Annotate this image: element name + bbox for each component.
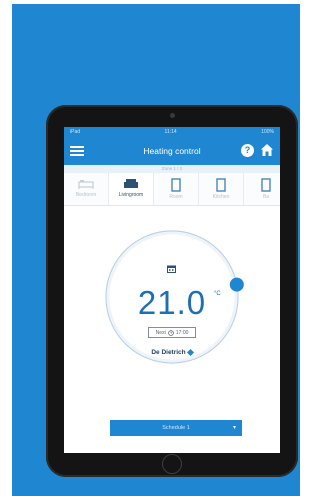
app-header: Heating control ? — [64, 137, 280, 165]
status-time: 11:14 — [164, 129, 177, 135]
home-icon[interactable] — [260, 143, 274, 157]
schedule-label: Schedule 1 — [162, 425, 190, 431]
temperature-unit: °C — [214, 291, 221, 297]
door-icon — [216, 178, 226, 192]
status-battery: 100% — [261, 129, 274, 135]
room-label: Room — [169, 194, 183, 200]
room-label: Livingroom — [118, 192, 144, 198]
bed-icon — [78, 180, 94, 189]
sofa-icon — [124, 179, 138, 188]
chevron-down-icon: ▾ — [232, 425, 236, 431]
clock-icon — [168, 329, 174, 336]
device-home-button[interactable] — [162, 454, 182, 474]
zone-subbar: Zone 1 / 2 — [64, 165, 280, 173]
brand-diamond-icon — [186, 348, 194, 356]
brand-name: De Dietrich — [151, 349, 186, 356]
room-tab-room[interactable]: Room — [154, 173, 199, 205]
help-icon[interactable]: ? — [241, 144, 254, 157]
promo-background: iPad 11:14 100% Heating control ? Zone 1… — [12, 4, 300, 496]
room-label: Kitchen — [212, 194, 230, 200]
current-temperature: 21.0 — [137, 284, 207, 321]
room-tab-partial[interactable]: Ba — [244, 173, 280, 205]
room-tab-livingroom[interactable]: Livingroom — [109, 173, 154, 205]
status-left: iPad — [70, 129, 81, 135]
room-tab-kitchen[interactable]: Kitchen — [199, 173, 244, 205]
calendar-icon — [167, 265, 176, 273]
next-label: Next — [155, 329, 166, 336]
status-bar: iPad 11:14 100% — [64, 127, 280, 137]
thermostat-dial: 21.0 °C Next 17:00 De Dietrich — [64, 205, 280, 375]
room-tabs: Bedroom Livingroom Room Kitchen Ba — [64, 173, 280, 206]
next-time: 17:00 — [175, 329, 189, 336]
room-label: Bedroom — [75, 192, 97, 198]
camera-dot — [170, 113, 175, 118]
app-screen: iPad 11:14 100% Heating control ? Zone 1… — [64, 127, 280, 453]
door-icon — [171, 178, 181, 192]
schedule-dropdown[interactable]: Schedule 1 ▾ — [110, 420, 242, 436]
next-switch-badge[interactable]: Next 17:00 — [148, 327, 196, 338]
room-label: Ba — [262, 194, 270, 200]
door-icon — [261, 178, 271, 192]
room-tab-bedroom[interactable]: Bedroom — [64, 173, 109, 205]
tablet-device: iPad 11:14 100% Heating control ? Zone 1… — [46, 105, 298, 477]
brand-logo: De Dietrich — [64, 348, 280, 356]
